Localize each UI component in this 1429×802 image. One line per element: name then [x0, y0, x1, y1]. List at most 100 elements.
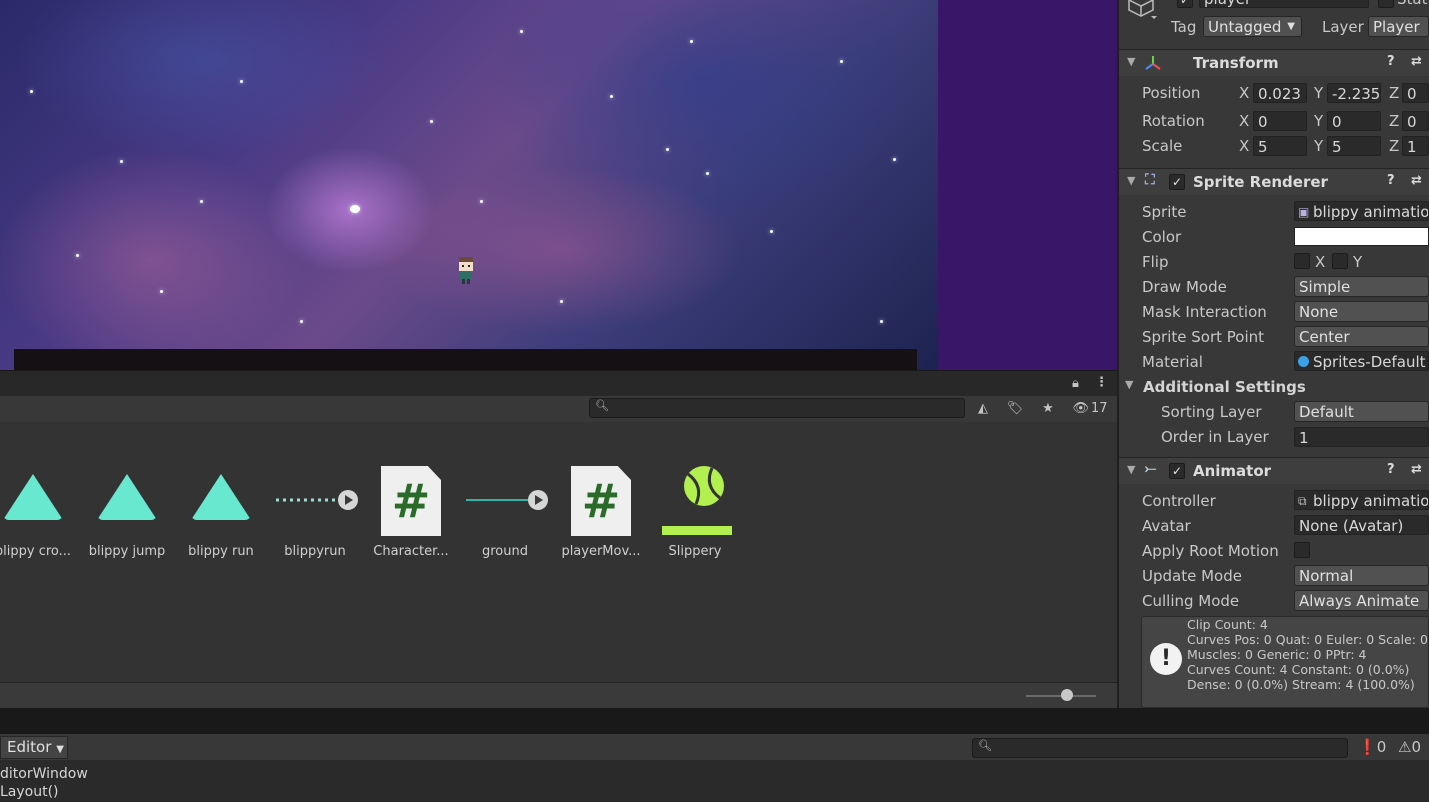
- collapse-triangle-icon[interactable]: ▼: [1127, 55, 1135, 68]
- asset-item[interactable]: # Character...: [364, 462, 458, 559]
- animator-info-box: ! Clip Count: 4 Curves Pos: 0 Quat: 0 Eu…: [1141, 616, 1429, 708]
- sprite-renderer-enabled-checkbox[interactable]: ✓: [1169, 174, 1185, 190]
- asset-item[interactable]: # playerMov...: [554, 462, 648, 559]
- presets-icon[interactable]: ⇄: [1411, 462, 1422, 477]
- eye-slash-icon: 👁︎: [1072, 400, 1089, 416]
- warning-filter-toggle[interactable]: ❗0: [1358, 738, 1386, 756]
- presets-icon[interactable]: ⇄: [1411, 173, 1422, 188]
- asset-item[interactable]: ground: [458, 462, 552, 559]
- sprite-renderer-header[interactable]: ▼ ⛶ ✓ Sprite Renderer ? ⇄: [1119, 168, 1429, 195]
- layer-label: Layer: [1322, 18, 1364, 36]
- sprite-renderer-icon: ⛶: [1145, 172, 1155, 188]
- draw-mode-dropdown[interactable]: Simple: [1294, 276, 1429, 297]
- scene-view[interactable]: [0, 0, 1117, 370]
- tag-dropdown[interactable]: Untagged ▼: [1203, 16, 1302, 37]
- icon-size-slider-handle[interactable]: [1061, 689, 1073, 701]
- project-panel-header: 🔒︎ ⋮: [0, 370, 1117, 397]
- object-name-input[interactable]: player: [1199, 0, 1369, 8]
- asset-item[interactable]: blippy run: [174, 462, 268, 559]
- console-log[interactable]: ditorWindow Layout(): [0, 760, 1429, 802]
- position-x-field[interactable]: 0.023: [1253, 83, 1307, 103]
- presets-icon[interactable]: ⇄: [1411, 54, 1422, 69]
- active-checkbox[interactable]: ✓: [1177, 0, 1193, 8]
- sorting-layer-dropdown[interactable]: Default: [1294, 401, 1429, 422]
- asset-item[interactable]: blippyrun: [268, 462, 362, 559]
- transform-title: Transform: [1193, 54, 1279, 72]
- filter-by-label-icon[interactable]: 🏷︎: [1001, 398, 1029, 418]
- hidden-packages-toggle[interactable]: 👁︎ 17: [1068, 398, 1112, 418]
- animation-clip-icon: [97, 474, 157, 520]
- material-sphere-icon: [1298, 356, 1309, 367]
- axis-z-label: Z: [1389, 112, 1400, 130]
- help-icon[interactable]: ?: [1387, 173, 1395, 188]
- csharp-script-icon: #: [381, 466, 441, 536]
- editor-dropdown-label: Editor: [7, 738, 52, 756]
- project-footer: [0, 682, 1117, 709]
- player-sprite[interactable]: [456, 257, 476, 285]
- asset-item[interactable]: Slippery: [648, 462, 742, 559]
- scale-y-field[interactable]: 5: [1327, 136, 1381, 156]
- help-icon[interactable]: ?: [1387, 462, 1395, 477]
- mask-interaction-label: Mask Interaction: [1142, 303, 1267, 321]
- avatar-label: Avatar: [1142, 517, 1191, 535]
- rotation-z-field[interactable]: 0: [1402, 111, 1429, 131]
- editor-dropdown[interactable]: Editor ▼: [0, 736, 68, 759]
- help-icon[interactable]: ?: [1387, 54, 1395, 69]
- console-line[interactable]: Layout(): [0, 784, 59, 800]
- flip-y-checkbox[interactable]: [1332, 253, 1348, 269]
- axis-y-label: Y: [1314, 137, 1324, 155]
- asset-label: Slippery: [668, 544, 722, 559]
- lock-icon[interactable]: 🔒︎: [1072, 376, 1079, 391]
- material-label: Material: [1142, 353, 1203, 371]
- error-filter-toggle[interactable]: ⚠0: [1398, 738, 1421, 756]
- animator-enabled-checkbox[interactable]: ✓: [1169, 463, 1185, 479]
- sprite-sort-point-dropdown[interactable]: Center: [1294, 326, 1429, 347]
- apply-root-motion-checkbox[interactable]: [1294, 542, 1310, 558]
- sprite-sort-point-label: Sprite Sort Point: [1142, 328, 1265, 346]
- console-line[interactable]: ditorWindow: [0, 766, 88, 782]
- position-y-field[interactable]: -2.235: [1327, 83, 1381, 103]
- kebab-menu-icon[interactable]: ⋮: [1095, 375, 1108, 390]
- culling-mode-dropdown[interactable]: Always Animate: [1294, 590, 1429, 611]
- asset-item[interactable]: blippy jump: [80, 462, 174, 559]
- filter-by-type-icon[interactable]: ◭: [969, 398, 997, 418]
- material-field[interactable]: Sprites-Default: [1294, 351, 1429, 371]
- animator-controller-icon: ⧉: [1298, 494, 1307, 508]
- error-count: 0: [1411, 738, 1421, 756]
- collapse-triangle-icon[interactable]: ▼: [1125, 378, 1133, 391]
- position-z-field[interactable]: 0: [1402, 83, 1429, 103]
- favorite-star-icon[interactable]: ★: [1034, 398, 1062, 418]
- warning-triangle-icon: ⚠: [1398, 738, 1412, 756]
- additional-settings-foldout[interactable]: Additional Settings: [1143, 378, 1306, 396]
- axis-z-label: Z: [1389, 84, 1400, 102]
- info-line: Curves Pos: 0 Quat: 0 Euler: 0 Scale: 0: [1187, 632, 1428, 647]
- ground-platform[interactable]: [14, 349, 917, 370]
- collapse-triangle-icon[interactable]: ▼: [1127, 463, 1135, 476]
- update-mode-label: Update Mode: [1142, 567, 1242, 585]
- scale-z-field[interactable]: 1: [1402, 136, 1429, 156]
- transform-header[interactable]: ▼ Transform ? ⇄: [1119, 49, 1429, 76]
- project-search-input[interactable]: 🔍︎: [589, 398, 965, 418]
- scale-x-field[interactable]: 5: [1253, 136, 1307, 156]
- physics-material-icon: [662, 466, 732, 535]
- info-line: Dense: 0 (0.0%) Stream: 4 (100.0%): [1187, 677, 1415, 692]
- color-swatch[interactable]: [1294, 227, 1429, 246]
- static-label: Stati: [1397, 0, 1429, 8]
- color-label: Color: [1142, 228, 1182, 246]
- rotation-y-field[interactable]: 0: [1327, 111, 1381, 131]
- asset-item[interactable]: blippy cro...: [0, 462, 80, 559]
- controller-field[interactable]: ⧉ blippy animation: [1294, 490, 1429, 510]
- flip-x-checkbox[interactable]: [1294, 253, 1310, 269]
- order-in-layer-field[interactable]: 1: [1294, 427, 1429, 447]
- avatar-field[interactable]: None (Avatar): [1294, 515, 1429, 535]
- animator-header[interactable]: ▼ ⤚ ✓ Animator ? ⇄: [1119, 457, 1429, 484]
- console-search-input[interactable]: 🔍︎: [972, 738, 1348, 758]
- sprite-field[interactable]: ▣ blippy animation: [1294, 201, 1429, 221]
- rotation-x-field[interactable]: 0: [1253, 111, 1307, 131]
- search-icon: 🔍︎: [595, 399, 609, 412]
- layer-dropdown[interactable]: Player: [1368, 16, 1429, 37]
- collapse-triangle-icon[interactable]: ▼: [1127, 174, 1135, 187]
- static-checkbox[interactable]: [1378, 0, 1394, 8]
- mask-interaction-dropdown[interactable]: None: [1294, 301, 1429, 322]
- update-mode-dropdown[interactable]: Normal: [1294, 565, 1429, 586]
